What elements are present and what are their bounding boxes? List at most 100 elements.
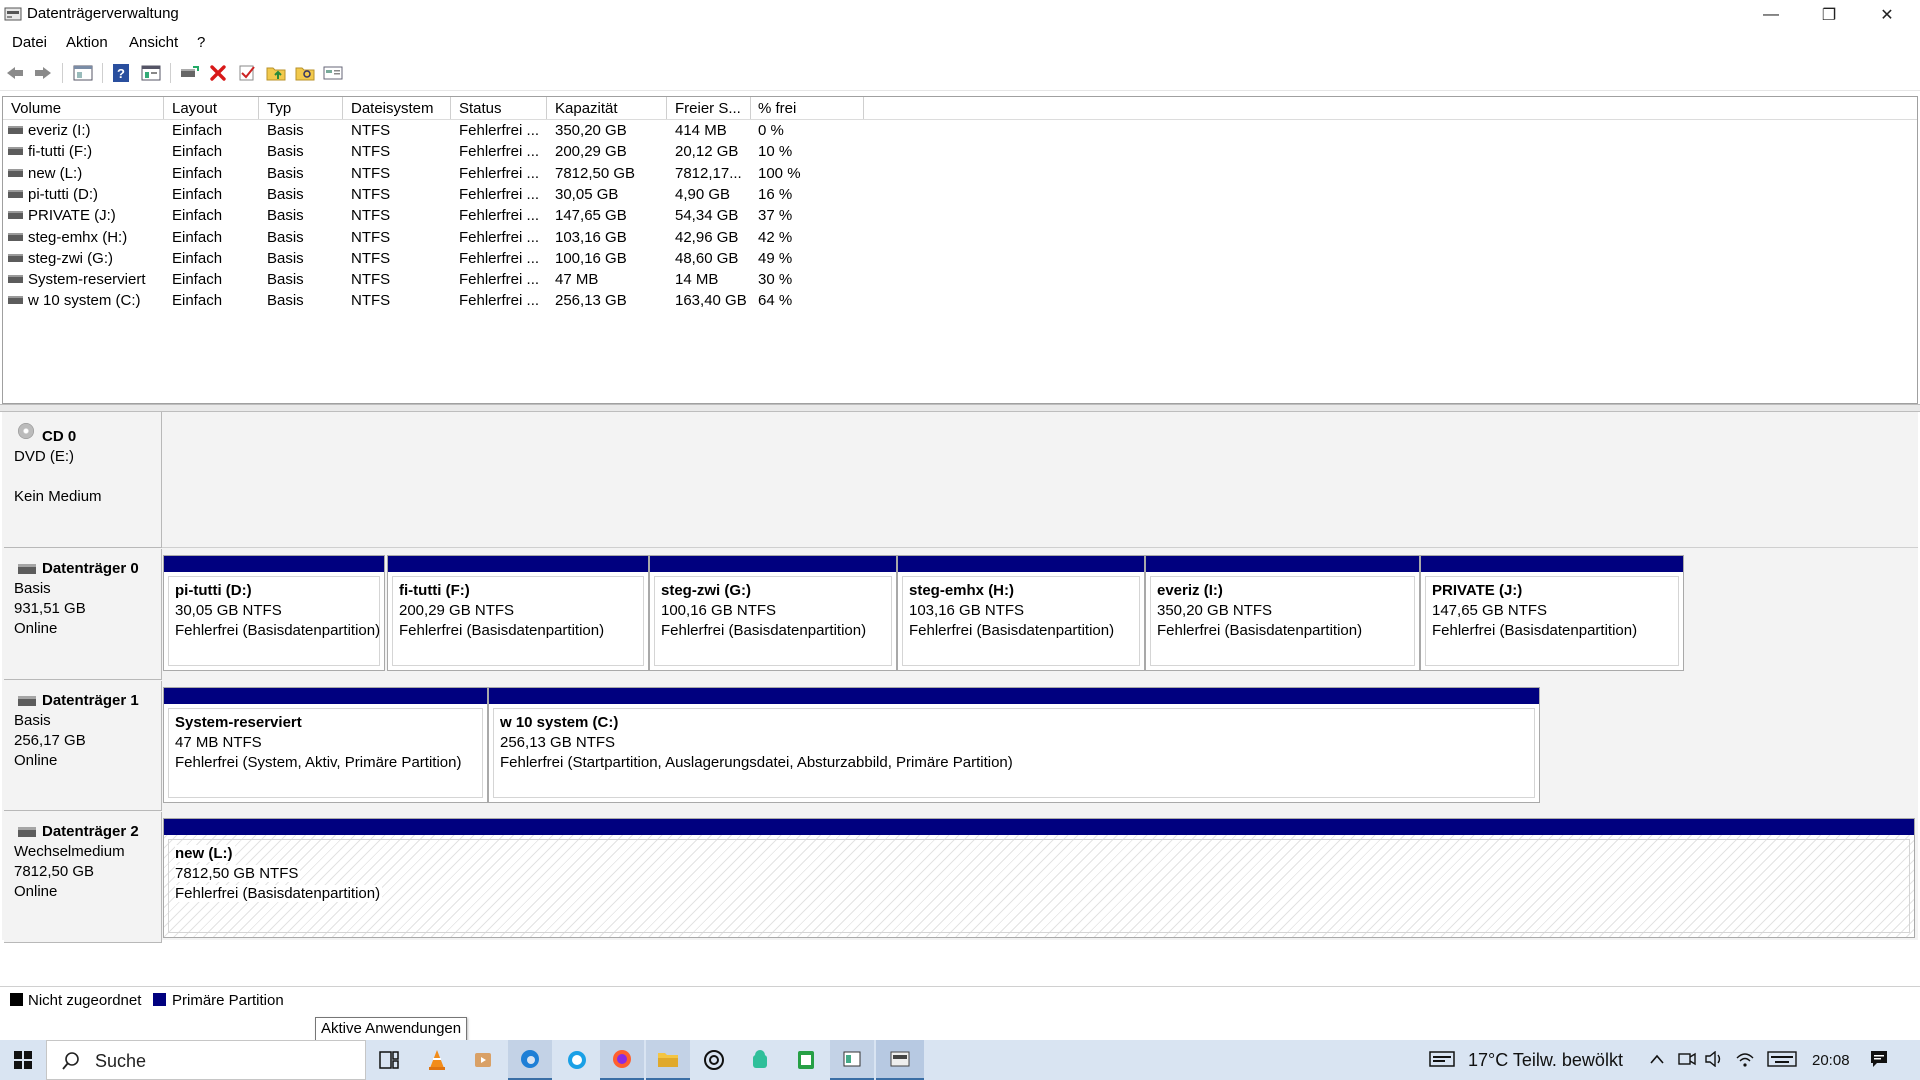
partition-size: 147,65 GB NTFS [1432, 602, 1548, 619]
volume-cell: 10 % [758, 143, 793, 161]
disk-management-app-icon [4, 7, 22, 21]
volume-row[interactable]: w 10 system (C:) Einfach Basis NTFS Fehlerfr… [3, 290, 903, 311]
volume-row[interactable]: fi-tutti (F:) Einfach Basis NTFS Fehlerfrei … [3, 141, 903, 162]
window-app-icon[interactable] [830, 1040, 874, 1080]
start-button[interactable] [0, 1040, 46, 1080]
col-kapazitaet[interactable]: Kapazität [555, 100, 618, 117]
volume-cell: 47 MB [555, 271, 599, 289]
volume-cell: NTFS [351, 207, 391, 225]
close-button[interactable]: ✕ [1858, 0, 1916, 30]
partition-size: 350,20 GB NTFS [1157, 602, 1273, 619]
meet-now-icon[interactable] [1676, 1048, 1698, 1070]
minimize-button[interactable]: — [1742, 0, 1800, 30]
back-icon[interactable] [4, 62, 26, 84]
disk-label-0[interactable]: Datenträger 0 Basis 931,51 GB Online [4, 549, 162, 680]
task-view-icon[interactable] [367, 1040, 411, 1080]
restore-button[interactable]: ❐ [1800, 0, 1858, 30]
volume-cell: pi-tutti (D:) [28, 185, 99, 203]
volume-cell: NTFS [351, 249, 391, 267]
partition-block[interactable]: w 10 system (C:) 256,13 GB NTFS Fehlerfrei… [488, 687, 1540, 803]
properties-icon[interactable] [140, 62, 162, 84]
partition-block[interactable]: PRIVATE (J:) 147,65 GB NTFS Fehlerfrei (Ba… [1420, 555, 1684, 671]
spreadsheet-icon[interactable] [784, 1040, 828, 1080]
partition-block[interactable]: fi-tutti (F:) 200,29 GB NTFS Fehlerfrei (B… [387, 555, 649, 671]
legend-primary: Primäre Partition [172, 992, 284, 1009]
volume-cell: 414 MB [675, 122, 727, 139]
taskbar-search[interactable]: Suche [46, 1040, 366, 1080]
partition-type-bar [164, 819, 1914, 835]
folder-search-icon[interactable] [294, 62, 316, 84]
pane-splitter[interactable] [0, 404, 1920, 412]
partition-block[interactable]: System-reserviert 47 MB NTFS Fehlerfrei (S… [163, 687, 488, 803]
drive-icon [8, 189, 23, 198]
volume-row[interactable]: steg-zwi (G:) Einfach Basis NTFS Fehlerfrei … [3, 248, 903, 269]
notification-center-icon[interactable] [1868, 1048, 1890, 1070]
col-dateisystem[interactable]: Dateisystem [351, 100, 434, 117]
partition-block[interactable]: new (L:) 7812,50 GB NTFS Fehlerfrei (Basis… [163, 818, 1915, 938]
partition-block[interactable]: steg-emhx (H:) 103,16 GB NTFS Fehlerfrei (… [897, 555, 1145, 671]
partition-body: steg-emhx (H:) 103,16 GB NTFS Fehlerfrei (… [902, 576, 1140, 666]
file-explorer-icon[interactable] [646, 1040, 690, 1080]
drive-icon [8, 147, 23, 156]
volume-cell: 14 MB [675, 271, 719, 289]
volume-cell: 163,40 GB [675, 292, 747, 310]
android-icon[interactable] [738, 1040, 782, 1080]
volume-icon[interactable] [1704, 1048, 1726, 1070]
partition-block[interactable]: pi-tutti (D:) 30,05 GB NTFS Fehlerfrei (Ba… [163, 555, 385, 671]
partition-status: Fehlerfrei (Basisdatenpartition) [661, 622, 867, 639]
media-player-icon[interactable] [461, 1040, 505, 1080]
weather-text[interactable]: 17°C Teilw. bewölkt [1468, 1050, 1623, 1071]
folder-up-icon[interactable] [265, 62, 287, 84]
partition-block[interactable]: steg-zwi (G:) 100,16 GB NTFS Fehlerfrei (B… [649, 555, 897, 671]
volume-row[interactable]: pi-tutti (D:) Einfach Basis NTFS Fehlerfrei … [3, 184, 903, 205]
volume-row[interactable]: steg-emhx (H:) Einfach Basis NTFS Fehlerfrei… [3, 227, 903, 248]
volume-cell: 147,65 GB [555, 207, 627, 225]
menu-aktion[interactable]: Aktion [66, 34, 108, 51]
connect-disk-icon[interactable] [178, 62, 200, 84]
volume-cell: Basis [267, 271, 304, 289]
volume-cell: 42 % [758, 228, 793, 246]
network-icon[interactable] [1734, 1048, 1756, 1070]
firefox-icon[interactable] [600, 1040, 644, 1080]
console-tree-icon[interactable] [72, 62, 94, 84]
partition-block[interactable]: everiz (I:) 350,20 GB NTFS Fehlerfrei (Bas… [1145, 555, 1420, 671]
menu-ansicht[interactable]: Ansicht [129, 34, 178, 51]
disk-label-1[interactable]: Datenträger 1 Basis 256,17 GB Online [4, 681, 162, 811]
col-prozent-frei[interactable]: % frei [758, 100, 796, 117]
disk-info-line: Online [14, 883, 58, 900]
volume-cell: steg-zwi (G:) [28, 249, 114, 267]
drive-icon [8, 296, 23, 305]
help-icon[interactable]: ? [110, 62, 132, 84]
edge-icon[interactable] [508, 1040, 552, 1080]
col-layout[interactable]: Layout [172, 100, 217, 117]
skype-icon[interactable] [555, 1040, 599, 1080]
volume-row[interactable]: PRIVATE (J:) Einfach Basis NTFS Fehlerfrei .… [3, 205, 903, 226]
chevron-up-icon[interactable] [1646, 1048, 1668, 1070]
keyboard-icon[interactable] [1766, 1048, 1798, 1070]
volume-row[interactable]: everiz (I:) Einfach Basis NTFS Fehlerfrei ..… [3, 120, 903, 141]
disk-management-taskbar-icon[interactable] [876, 1040, 924, 1080]
vlc-icon[interactable] [415, 1040, 459, 1080]
menu-help[interactable]: ? [197, 34, 205, 51]
forward-icon[interactable] [32, 62, 54, 84]
col-typ[interactable]: Typ [267, 100, 291, 117]
view-settings-icon[interactable] [322, 62, 344, 84]
partition-type-bar [164, 688, 487, 704]
disk-label-cd0[interactable]: CD 0 DVD (E:) Kein Medium [4, 412, 162, 548]
check-icon[interactable] [236, 62, 258, 84]
disk-label-2[interactable]: Datenträger 2 Wechselmedium 7812,50 GB O… [4, 812, 162, 943]
legend-unallocated: Nicht zugeordnet [28, 992, 142, 1009]
menu-datei[interactable]: Datei [12, 34, 47, 51]
col-freier-speicher[interactable]: Freier S... [675, 100, 741, 117]
volume-cell: Fehlerfrei ... [459, 271, 540, 289]
delete-icon[interactable] [207, 62, 229, 84]
hard-disk-icon [18, 696, 36, 706]
volume-row[interactable]: System-reserviert Einfach Basis NTFS Fehlerf… [3, 269, 903, 290]
app-icon[interactable] [692, 1040, 736, 1080]
weather-icon[interactable] [1428, 1048, 1456, 1070]
disk-name: CD 0 [42, 428, 77, 445]
col-status[interactable]: Status [459, 100, 502, 117]
col-volume[interactable]: Volume [11, 100, 61, 117]
volume-row[interactable]: new (L:) Einfach Basis NTFS Fehlerfrei ... 78… [3, 163, 903, 184]
clock-time[interactable]: 20:08 [1812, 1052, 1850, 1069]
